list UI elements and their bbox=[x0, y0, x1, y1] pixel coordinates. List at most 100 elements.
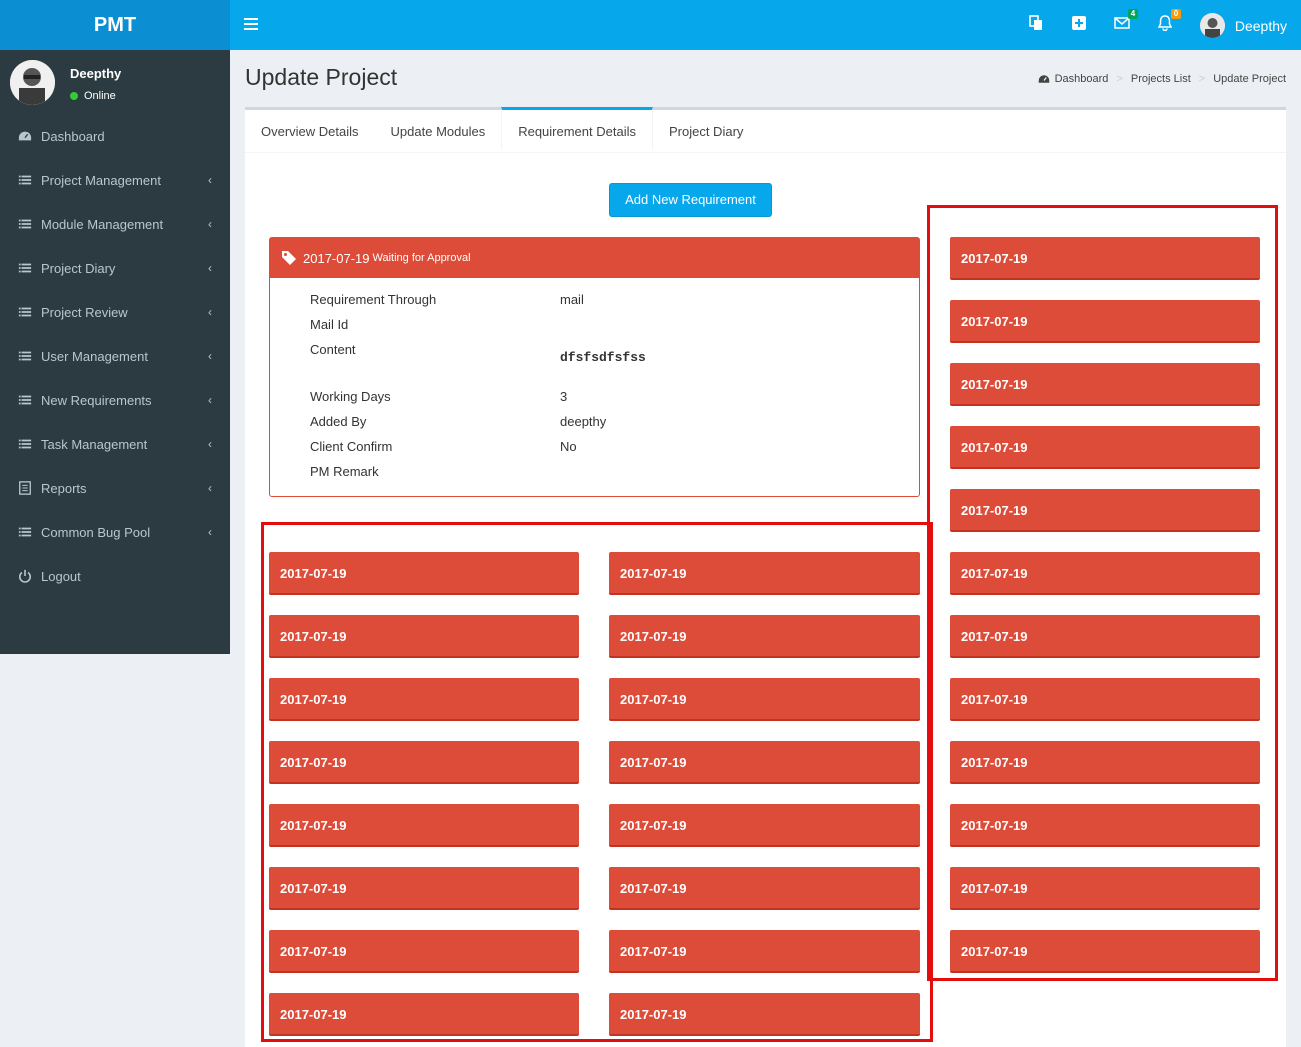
requirement-header[interactable]: 2017-07-19 Waiting for Approval bbox=[270, 238, 919, 278]
requirement-card[interactable]: 2017-07-19 bbox=[950, 867, 1260, 910]
sidebar-item-label: Common Bug Pool bbox=[41, 524, 151, 540]
tab-requirement-details[interactable]: Requirement Details bbox=[501, 107, 653, 150]
bell-icon[interactable]: 0 bbox=[1155, 9, 1181, 35]
chevron-left-icon: ‹ bbox=[208, 349, 212, 363]
chevron-left-icon: ‹ bbox=[208, 173, 212, 187]
add-square-icon[interactable] bbox=[1069, 15, 1089, 35]
requirement-card[interactable]: 2017-07-19 bbox=[950, 300, 1260, 343]
field-label: Mail Id bbox=[310, 317, 349, 332]
sidebar-item-label: New Requirements bbox=[41, 392, 152, 408]
requirement-card[interactable]: 2017-07-19 bbox=[269, 804, 579, 847]
sidebar-user-name: Deepthy bbox=[70, 66, 122, 81]
avatar bbox=[10, 60, 55, 105]
sidebar-item-dashboard[interactable]: Dashboard bbox=[0, 114, 230, 158]
tab-bar: Overview Details Update Modules Requirem… bbox=[245, 107, 1286, 153]
requirement-status: Waiting for Approval bbox=[372, 252, 471, 264]
chevron-left-icon: ‹ bbox=[208, 305, 212, 319]
requirement-card[interactable]: 2017-07-19 bbox=[950, 741, 1260, 784]
tab-project-diary[interactable]: Project Diary bbox=[653, 110, 759, 153]
requirement-card[interactable]: 2017-07-19 bbox=[609, 678, 920, 721]
user-name: Deepthy bbox=[1234, 17, 1287, 34]
field-label: PM Remark bbox=[310, 464, 379, 479]
requirement-card[interactable]: 2017-07-19 bbox=[609, 867, 920, 910]
sidebar-item-project-management[interactable]: Project Management ‹ bbox=[0, 158, 230, 202]
requirement-card[interactable]: 2017-07-19 bbox=[269, 552, 579, 595]
app-logo[interactable]: PMT bbox=[0, 0, 230, 50]
sidebar-item-reports[interactable]: Reports ‹ bbox=[0, 466, 230, 510]
sidebar-item-task-management[interactable]: Task Management ‹ bbox=[0, 422, 230, 466]
sidebar-item-label: Logout bbox=[41, 568, 81, 584]
requirement-card[interactable]: 2017-07-19 bbox=[950, 615, 1260, 658]
sidebar-item-logout[interactable]: Logout bbox=[0, 554, 230, 598]
requirement-card[interactable]: 2017-07-19 bbox=[950, 552, 1260, 595]
requirement-card[interactable]: 2017-07-19 bbox=[269, 678, 579, 721]
avatar bbox=[1199, 13, 1225, 38]
sidebar-item-label: Task Management bbox=[41, 436, 148, 452]
tag-icon bbox=[282, 251, 296, 265]
list-icon bbox=[18, 173, 32, 187]
breadcrumb-dashboard[interactable]: Dashboard bbox=[1055, 73, 1109, 85]
sidebar-item-common-bug-pool[interactable]: Common Bug Pool ‹ bbox=[0, 510, 230, 554]
requirement-card[interactable]: 2017-07-19 bbox=[269, 615, 579, 658]
requirement-card[interactable]: 2017-07-19 bbox=[269, 930, 579, 973]
requirement-card[interactable]: 2017-07-19 bbox=[950, 678, 1260, 721]
sidebar-item-new-requirements[interactable]: New Requirements ‹ bbox=[0, 378, 230, 422]
chevron-left-icon: ‹ bbox=[208, 525, 212, 539]
requirement-card[interactable]: 2017-07-19 bbox=[950, 237, 1260, 280]
list-icon bbox=[18, 349, 32, 363]
sidebar-item-module-management[interactable]: Module Management ‹ bbox=[0, 202, 230, 246]
tab-update-modules[interactable]: Update Modules bbox=[375, 110, 502, 153]
requirement-card[interactable]: 2017-07-19 bbox=[609, 993, 920, 1036]
requirement-card[interactable]: 2017-07-19 bbox=[950, 363, 1260, 406]
requirement-date: 2017-07-19 bbox=[303, 250, 370, 266]
requirement-card[interactable]: 2017-07-19 bbox=[269, 741, 579, 784]
requirement-card[interactable]: 2017-07-19 bbox=[609, 552, 920, 595]
breadcrumb: Dashboard > Projects List > Update Proje… bbox=[1038, 73, 1286, 85]
chevron-left-icon: ‹ bbox=[208, 393, 212, 407]
notification-count-badge: 0 bbox=[1171, 9, 1181, 19]
chevron-left-icon: ‹ bbox=[208, 481, 212, 495]
sidebar-item-label: Project Review bbox=[41, 304, 128, 320]
sidebar-item-project-review[interactable]: Project Review ‹ bbox=[0, 290, 230, 334]
requirement-card[interactable]: 2017-07-19 bbox=[609, 615, 920, 658]
online-status: Online bbox=[70, 90, 116, 102]
sidebar-item-label: Module Management bbox=[41, 216, 164, 232]
field-label: Requirement Through bbox=[310, 292, 437, 307]
list-icon bbox=[18, 393, 32, 407]
sidebar-item-label: Reports bbox=[41, 480, 87, 496]
sidebar-menu: Dashboard Project Management ‹ Module Manag… bbox=[0, 114, 230, 598]
chevron-left-icon: ‹ bbox=[208, 437, 212, 451]
field-value: deepthy bbox=[560, 414, 607, 429]
sidebar-item-user-management[interactable]: User Management ‹ bbox=[0, 334, 230, 378]
requirement-card[interactable]: 2017-07-19 bbox=[269, 993, 579, 1036]
chevron-left-icon: ‹ bbox=[208, 217, 212, 231]
sidebar: Deepthy Online Dashboard Project Manageme… bbox=[0, 50, 230, 654]
tab-overview-details[interactable]: Overview Details bbox=[245, 110, 375, 153]
requirement-card[interactable]: 2017-07-19 bbox=[950, 930, 1260, 973]
status-label: Online bbox=[84, 90, 116, 102]
field-label: Client Confirm bbox=[310, 439, 393, 454]
requirement-card[interactable]: 2017-07-19 bbox=[609, 804, 920, 847]
breadcrumb-separator: > bbox=[1198, 73, 1206, 85]
requirement-card[interactable]: 2017-07-19 bbox=[950, 426, 1260, 469]
copy-icon[interactable] bbox=[1026, 15, 1046, 35]
menu-toggle-icon[interactable] bbox=[244, 15, 258, 35]
online-dot-icon bbox=[70, 92, 78, 100]
field-label: Added By bbox=[310, 414, 367, 429]
requirement-card[interactable]: 2017-07-19 bbox=[269, 867, 579, 910]
requirement-card[interactable]: 2017-07-19 bbox=[950, 489, 1260, 532]
mail-icon[interactable]: 4 bbox=[1112, 9, 1138, 35]
requirement-card[interactable]: 2017-07-19 bbox=[950, 804, 1260, 847]
sidebar-item-label: User Management bbox=[41, 348, 148, 364]
project-box: Overview Details Update Modules Requirem… bbox=[245, 107, 1286, 1047]
field-value: 3 bbox=[560, 389, 568, 404]
sidebar-item-project-diary[interactable]: Project Diary ‹ bbox=[0, 246, 230, 290]
user-menu[interactable]: Deepthy bbox=[1199, 13, 1287, 38]
add-new-requirement-button[interactable]: Add New Requirement bbox=[609, 183, 772, 217]
requirement-card[interactable]: 2017-07-19 bbox=[609, 741, 920, 784]
list-icon bbox=[18, 217, 32, 231]
breadcrumb-projects-list[interactable]: Projects List bbox=[1131, 73, 1191, 85]
requirement-card[interactable]: 2017-07-19 bbox=[609, 930, 920, 973]
list-icon bbox=[18, 305, 32, 319]
page-title: Update Project bbox=[245, 64, 398, 90]
